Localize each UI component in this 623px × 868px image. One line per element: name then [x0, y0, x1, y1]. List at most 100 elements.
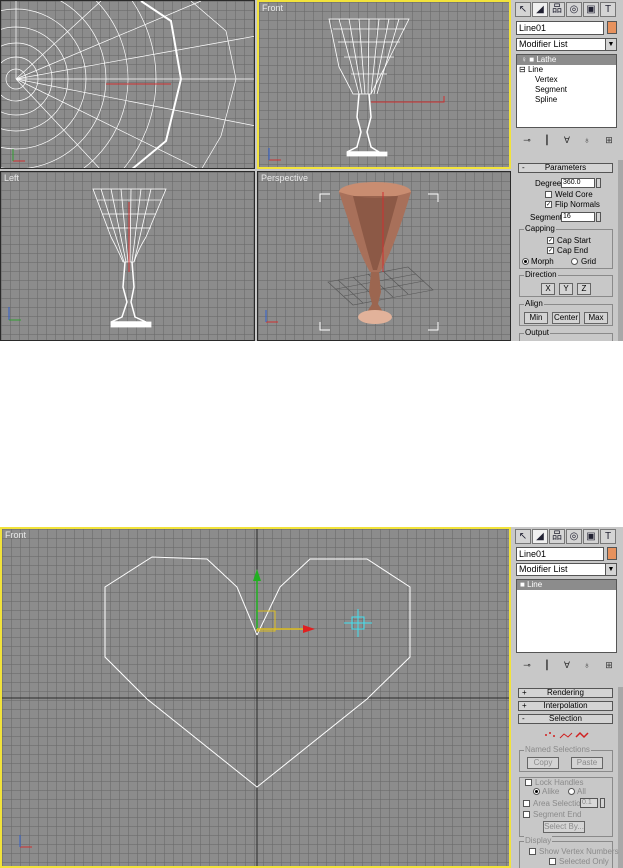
align-title: Align — [524, 299, 544, 308]
segment-end-checkbox[interactable] — [523, 811, 530, 818]
create-tab-icon[interactable]: ↖ — [515, 529, 531, 544]
degrees-input[interactable]: 360.0 — [561, 178, 595, 188]
copy-button[interactable]: Copy — [527, 757, 559, 769]
degrees-spinner[interactable] — [596, 178, 601, 188]
stack-item-spline[interactable]: Spline — [517, 95, 616, 105]
modifier-list-dropdown[interactable]: Modifier List ▼ — [516, 38, 617, 51]
utilities-tab-icon[interactable]: T — [600, 2, 616, 17]
lightbulb-icon[interactable]: ♀ — [517, 55, 527, 64]
utilities-tab-icon[interactable]: T — [600, 529, 616, 544]
rollout-selection[interactable]: - Selection — [518, 714, 613, 724]
spline-mode-icon — [575, 731, 589, 739]
axis-tripod — [265, 310, 278, 323]
area-selection-input[interactable]: 0.1 — [580, 798, 598, 808]
segments-input[interactable]: 16 — [561, 212, 595, 222]
stack-toolbar: ⊸ ┃ ∀ ♁ ⊞ — [516, 658, 617, 674]
modify-tab-icon[interactable]: ◢ — [532, 2, 548, 17]
weld-core-checkbox[interactable] — [545, 191, 552, 198]
segment-end-label: Segment End — [533, 810, 582, 819]
create-tab-icon[interactable]: ↖ — [515, 2, 531, 17]
area-selection-checkbox[interactable] — [523, 800, 530, 807]
show-end-result-icon[interactable]: ┃ — [540, 133, 554, 147]
align-center-button[interactable]: Center — [552, 312, 580, 324]
all-radio[interactable] — [568, 788, 575, 795]
remove-modifier-icon[interactable]: ♁ — [580, 658, 594, 672]
flip-normals-checkbox[interactable]: ✓ — [545, 201, 552, 208]
rollout-title: Selection — [549, 714, 582, 723]
stack-item-line[interactable]: ⊟ Line — [517, 65, 616, 75]
expand-icon[interactable]: ⊟ — [517, 65, 526, 74]
viewport-front[interactable]: Front — [257, 0, 511, 169]
modifier-list-dropdown[interactable]: Modifier List ▼ — [516, 563, 617, 576]
make-unique-icon[interactable]: ∀ — [560, 658, 574, 672]
hierarchy-tab-icon[interactable]: 品 — [549, 2, 565, 17]
viewport-top[interactable] — [0, 0, 255, 169]
pin-stack-icon[interactable]: ⊸ — [520, 658, 534, 672]
cap-start-checkbox[interactable]: ✓ — [547, 237, 554, 244]
sub-object-icons — [545, 731, 589, 739]
axis-tripod — [12, 149, 25, 162]
show-end-result-icon[interactable]: ┃ — [540, 658, 554, 672]
direction-z-button[interactable]: Z — [577, 283, 591, 295]
axis-tripod — [8, 307, 21, 321]
configure-sets-icon[interactable]: ⊞ — [602, 133, 616, 147]
direction-y-button[interactable]: Y — [559, 283, 573, 295]
display-tab-icon[interactable]: ▣ — [583, 529, 599, 544]
rollout-rendering[interactable]: + Rendering — [518, 688, 613, 698]
object-color-swatch[interactable] — [607, 21, 617, 34]
segments-spinner[interactable] — [596, 212, 601, 222]
motion-tab-icon[interactable]: ◎ — [566, 2, 582, 17]
panel-scrollbar[interactable] — [618, 160, 623, 341]
rollout-parameters[interactable]: - Parameters — [518, 163, 613, 173]
rollout-sign: + — [522, 688, 527, 697]
viewport-front[interactable]: Front — [0, 527, 511, 868]
display-tab-icon[interactable]: ▣ — [583, 2, 599, 17]
modifier-stack[interactable]: ♀ ■ Lathe ⊟ Line Vertex Segment Spline — [516, 54, 617, 128]
pin-stack-icon[interactable]: ⊸ — [520, 133, 534, 147]
chevron-down-icon[interactable]: ▼ — [605, 39, 616, 50]
collapse-icon[interactable]: ■ — [529, 55, 534, 64]
hierarchy-tab-icon[interactable]: 品 — [549, 529, 565, 544]
motion-tab-icon[interactable]: ◎ — [566, 529, 582, 544]
grid-radio[interactable] — [571, 258, 578, 265]
show-vertex-numbers-checkbox[interactable] — [529, 848, 536, 855]
alike-radio[interactable] — [533, 788, 540, 795]
display-title: Display — [524, 836, 553, 845]
collapse-icon[interactable]: ■ — [517, 580, 525, 589]
direction-x-button[interactable]: X — [541, 283, 555, 295]
rollout-title: Interpolation — [543, 701, 588, 710]
selected-only-label: Selected Only — [559, 857, 609, 866]
object-color-swatch[interactable] — [607, 547, 617, 560]
configure-sets-icon[interactable]: ⊞ — [602, 658, 616, 672]
heart-spline — [2, 529, 509, 866]
paste-button[interactable]: Paste — [571, 757, 603, 769]
stack-item-line[interactable]: ■ Line — [517, 580, 616, 590]
area-selection-spinner[interactable] — [600, 798, 605, 808]
cap-end-checkbox[interactable]: ✓ — [547, 247, 554, 254]
vertex-mode-icon — [545, 732, 555, 737]
stack-item-vertex[interactable]: Vertex — [517, 75, 616, 85]
modify-tab-icon[interactable]: ◢ — [532, 529, 548, 544]
lock-handles-checkbox[interactable] — [525, 779, 532, 786]
rollout-interpolation[interactable]: + Interpolation — [518, 701, 613, 711]
align-min-button[interactable]: Min — [524, 312, 548, 324]
select-by-button[interactable]: Select By... — [543, 821, 585, 833]
make-unique-icon[interactable]: ∀ — [560, 133, 574, 147]
stack-item-lathe[interactable]: ♀ ■ Lathe — [517, 55, 616, 65]
panel-scrollbar[interactable] — [618, 687, 623, 868]
rollout-title: Rendering — [547, 688, 584, 697]
selected-only-checkbox[interactable] — [549, 858, 556, 865]
viewport-perspective[interactable]: Perspective — [257, 171, 511, 341]
viewport-left[interactable]: Left — [0, 171, 255, 341]
goblet-shaded — [265, 182, 439, 331]
object-name-field[interactable]: Line01 — [516, 547, 604, 561]
modifier-stack[interactable]: ■ Line — [516, 579, 617, 653]
chevron-down-icon[interactable]: ▼ — [605, 564, 616, 575]
output-title: Output — [524, 328, 551, 337]
morph-radio[interactable] — [522, 258, 529, 265]
align-max-button[interactable]: Max — [584, 312, 608, 324]
object-name-field[interactable]: Line01 — [516, 21, 604, 35]
stack-item-segment[interactable]: Segment — [517, 85, 616, 95]
remove-modifier-icon[interactable]: ♁ — [580, 133, 594, 147]
command-panel: ↖ ◢ 品 ◎ ▣ T Line01 Modifier List ▼ ■ Lin… — [513, 527, 623, 868]
